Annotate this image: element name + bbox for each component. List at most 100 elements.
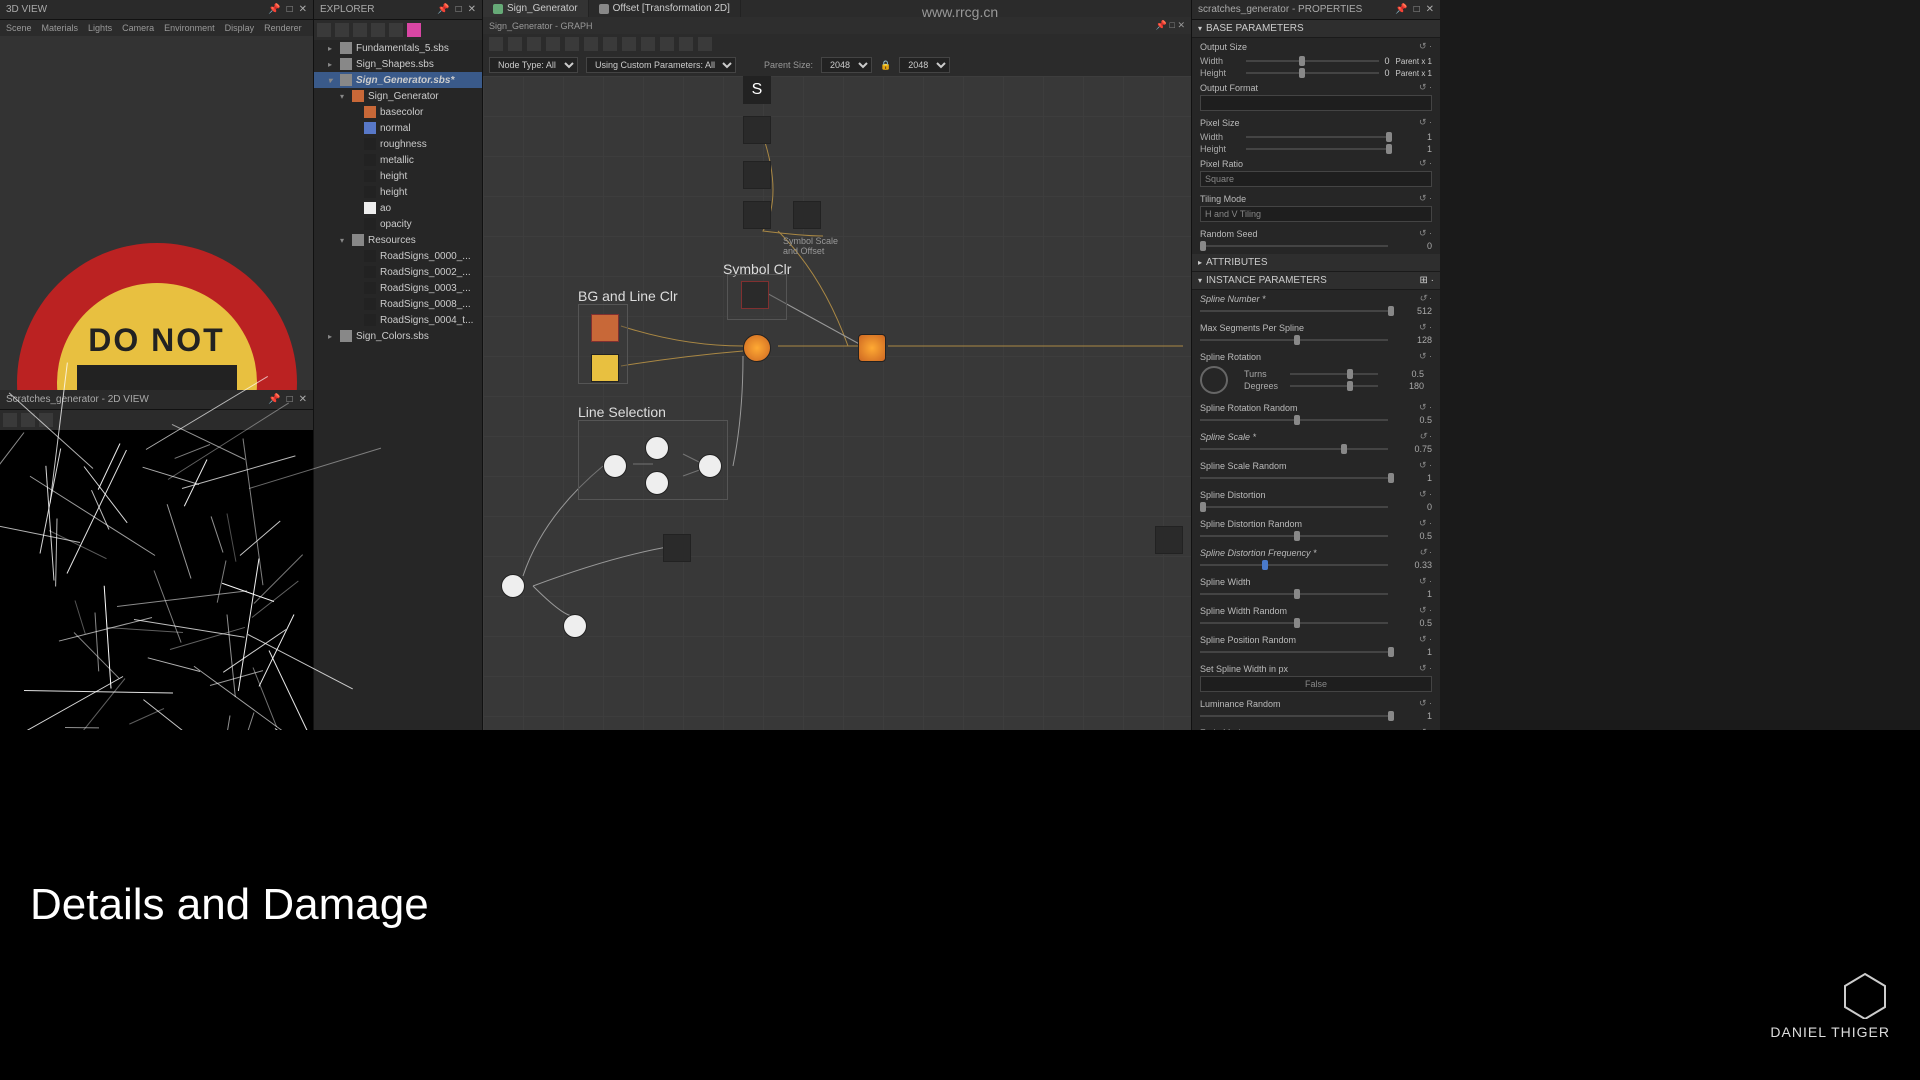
reset-icon[interactable]: ↺ · bbox=[1419, 82, 1432, 93]
turns-slider[interactable] bbox=[1290, 373, 1378, 375]
reset-icon[interactable]: ↺ · bbox=[1419, 193, 1432, 204]
height-slider[interactable] bbox=[1246, 72, 1379, 74]
tab-sign-generator[interactable]: Sign_Generator bbox=[483, 0, 589, 17]
param-slider[interactable] bbox=[1200, 535, 1388, 537]
param-slider[interactable] bbox=[1200, 564, 1388, 566]
maximize-icon[interactable]: □ bbox=[1170, 20, 1175, 30]
reset-icon[interactable]: ↺ · bbox=[1419, 698, 1432, 709]
zoom-tool-icon[interactable] bbox=[527, 37, 541, 51]
node-circle-6[interactable] bbox=[563, 614, 587, 638]
reset-icon[interactable]: ↺ · bbox=[1419, 322, 1432, 333]
node-blend[interactable] bbox=[743, 334, 771, 362]
maximize-icon[interactable]: □ bbox=[1414, 4, 1420, 15]
tree-item[interactable]: RoadSigns_0004_t... bbox=[314, 312, 482, 328]
reset-icon[interactable]: ↺ · bbox=[1419, 634, 1432, 645]
param-slider[interactable] bbox=[1200, 651, 1388, 653]
grid-icon[interactable] bbox=[584, 37, 598, 51]
reset-icon[interactable]: ↺ · bbox=[1419, 351, 1432, 362]
tiling-mode-select[interactable]: H and V Tiling bbox=[1200, 206, 1432, 222]
pin-icon[interactable]: 📌 bbox=[437, 4, 449, 15]
menu-lights[interactable]: Lights bbox=[88, 23, 112, 33]
section-instance-parameters[interactable]: ▾INSTANCE PARAMETERS⊞ · bbox=[1192, 272, 1440, 290]
select-tool-icon[interactable] bbox=[489, 37, 503, 51]
node-shape-circle-1[interactable] bbox=[603, 454, 627, 478]
filter-icon[interactable]: ⊞ · bbox=[1420, 275, 1435, 286]
tree-item[interactable]: ▸Sign_Colors.sbs bbox=[314, 328, 482, 344]
close-icon[interactable]: ✕ bbox=[468, 4, 476, 15]
link-icon[interactable] bbox=[641, 37, 655, 51]
node-line-color[interactable] bbox=[591, 354, 619, 382]
pin-icon[interactable]: 📌 bbox=[268, 394, 280, 405]
menu-camera[interactable]: Camera bbox=[122, 23, 154, 33]
output-format-select[interactable] bbox=[1200, 95, 1432, 111]
close-icon[interactable]: ✕ bbox=[299, 4, 307, 15]
export-icon[interactable] bbox=[698, 37, 712, 51]
node-scratches[interactable] bbox=[663, 534, 691, 562]
new-file-icon[interactable] bbox=[317, 23, 331, 37]
link-icon[interactable] bbox=[371, 23, 385, 37]
param-slider[interactable] bbox=[1200, 715, 1388, 717]
tree-item[interactable]: ao bbox=[314, 200, 482, 216]
tree-item[interactable]: roughness bbox=[314, 136, 482, 152]
param-slider[interactable] bbox=[1200, 506, 1388, 508]
width-slider[interactable] bbox=[1246, 60, 1379, 62]
pen-icon[interactable] bbox=[679, 37, 693, 51]
param-slider[interactable] bbox=[1200, 448, 1388, 450]
tree-item[interactable]: RoadSigns_0000_... bbox=[314, 248, 482, 264]
view2d-viewport[interactable] bbox=[0, 430, 313, 730]
pixel-width-slider[interactable] bbox=[1246, 136, 1386, 138]
tree-item[interactable]: metallic bbox=[314, 152, 482, 168]
tree-item[interactable]: height bbox=[314, 168, 482, 184]
maximize-icon[interactable]: □ bbox=[287, 4, 293, 15]
param-slider[interactable] bbox=[1200, 310, 1388, 312]
tree-item[interactable]: normal bbox=[314, 120, 482, 136]
tree-item[interactable]: RoadSigns_0008_... bbox=[314, 296, 482, 312]
param-slider[interactable] bbox=[1200, 593, 1388, 595]
reset-icon[interactable]: ↺ · bbox=[1419, 228, 1432, 239]
parent-size-select[interactable]: 2048 bbox=[821, 57, 872, 73]
reset-icon[interactable]: ↺ · bbox=[1419, 605, 1432, 616]
tree-item[interactable]: ▾Sign_Generator.sbs* bbox=[314, 72, 482, 88]
seed-slider[interactable] bbox=[1200, 245, 1388, 247]
unlink-icon[interactable] bbox=[660, 37, 674, 51]
param-slider[interactable] bbox=[1200, 419, 1388, 421]
tree-item[interactable]: ▸Fundamentals_5.sbs bbox=[314, 40, 482, 56]
pin-icon[interactable]: 📌 bbox=[1156, 20, 1167, 30]
reset-icon[interactable]: ↺ · bbox=[1419, 402, 1432, 413]
reset-icon[interactable]: ↺ · bbox=[1419, 518, 1432, 529]
node-shape-circle-2[interactable] bbox=[645, 436, 669, 460]
node-shape-circle-3[interactable] bbox=[645, 471, 669, 495]
pixel-ratio-select[interactable]: Square bbox=[1200, 171, 1432, 187]
reset-icon[interactable]: ↺ · bbox=[1419, 547, 1432, 558]
param-slider[interactable] bbox=[1200, 477, 1388, 479]
lock-icon[interactable]: 🔒 bbox=[880, 60, 891, 71]
node-shape-circle-4[interactable] bbox=[698, 454, 722, 478]
tab-offset[interactable]: Offset [Transformation 2D] bbox=[589, 0, 741, 17]
node-bg-color[interactable] bbox=[591, 314, 619, 342]
pin-icon[interactable]: 📌 bbox=[268, 4, 280, 15]
tree-item[interactable]: ▸Sign_Shapes.sbs bbox=[314, 56, 482, 72]
tree-item[interactable]: ▾Sign_Generator bbox=[314, 88, 482, 104]
reset-icon[interactable]: ↺ · bbox=[1419, 41, 1432, 52]
tree-item[interactable]: opacity bbox=[314, 216, 482, 232]
reset-icon[interactable]: ↺ · bbox=[1419, 576, 1432, 587]
tree-item[interactable]: RoadSigns_0002_... bbox=[314, 264, 482, 280]
tree-item[interactable]: ▾Resources bbox=[314, 232, 482, 248]
close-icon[interactable]: ✕ bbox=[299, 394, 307, 405]
close-icon[interactable]: ✕ bbox=[1426, 4, 1434, 15]
add-icon[interactable] bbox=[407, 23, 421, 37]
comment-icon[interactable] bbox=[622, 37, 636, 51]
degrees-slider[interactable] bbox=[1290, 385, 1378, 387]
rotation-dial[interactable] bbox=[1200, 366, 1228, 394]
tree-item[interactable]: height bbox=[314, 184, 482, 200]
pixel-height-slider[interactable] bbox=[1246, 148, 1386, 150]
frame-tool-icon[interactable] bbox=[546, 37, 560, 51]
reset-icon[interactable]: ↺ · bbox=[1419, 460, 1432, 471]
menu-materials[interactable]: Materials bbox=[42, 23, 79, 33]
tree-item[interactable]: basecolor bbox=[314, 104, 482, 120]
align-icon[interactable] bbox=[603, 37, 617, 51]
node-end[interactable] bbox=[1155, 526, 1183, 554]
prop-dropdown[interactable]: False bbox=[1200, 676, 1432, 692]
node-walk[interactable] bbox=[743, 161, 771, 189]
menu-renderer[interactable]: Renderer bbox=[264, 23, 302, 33]
